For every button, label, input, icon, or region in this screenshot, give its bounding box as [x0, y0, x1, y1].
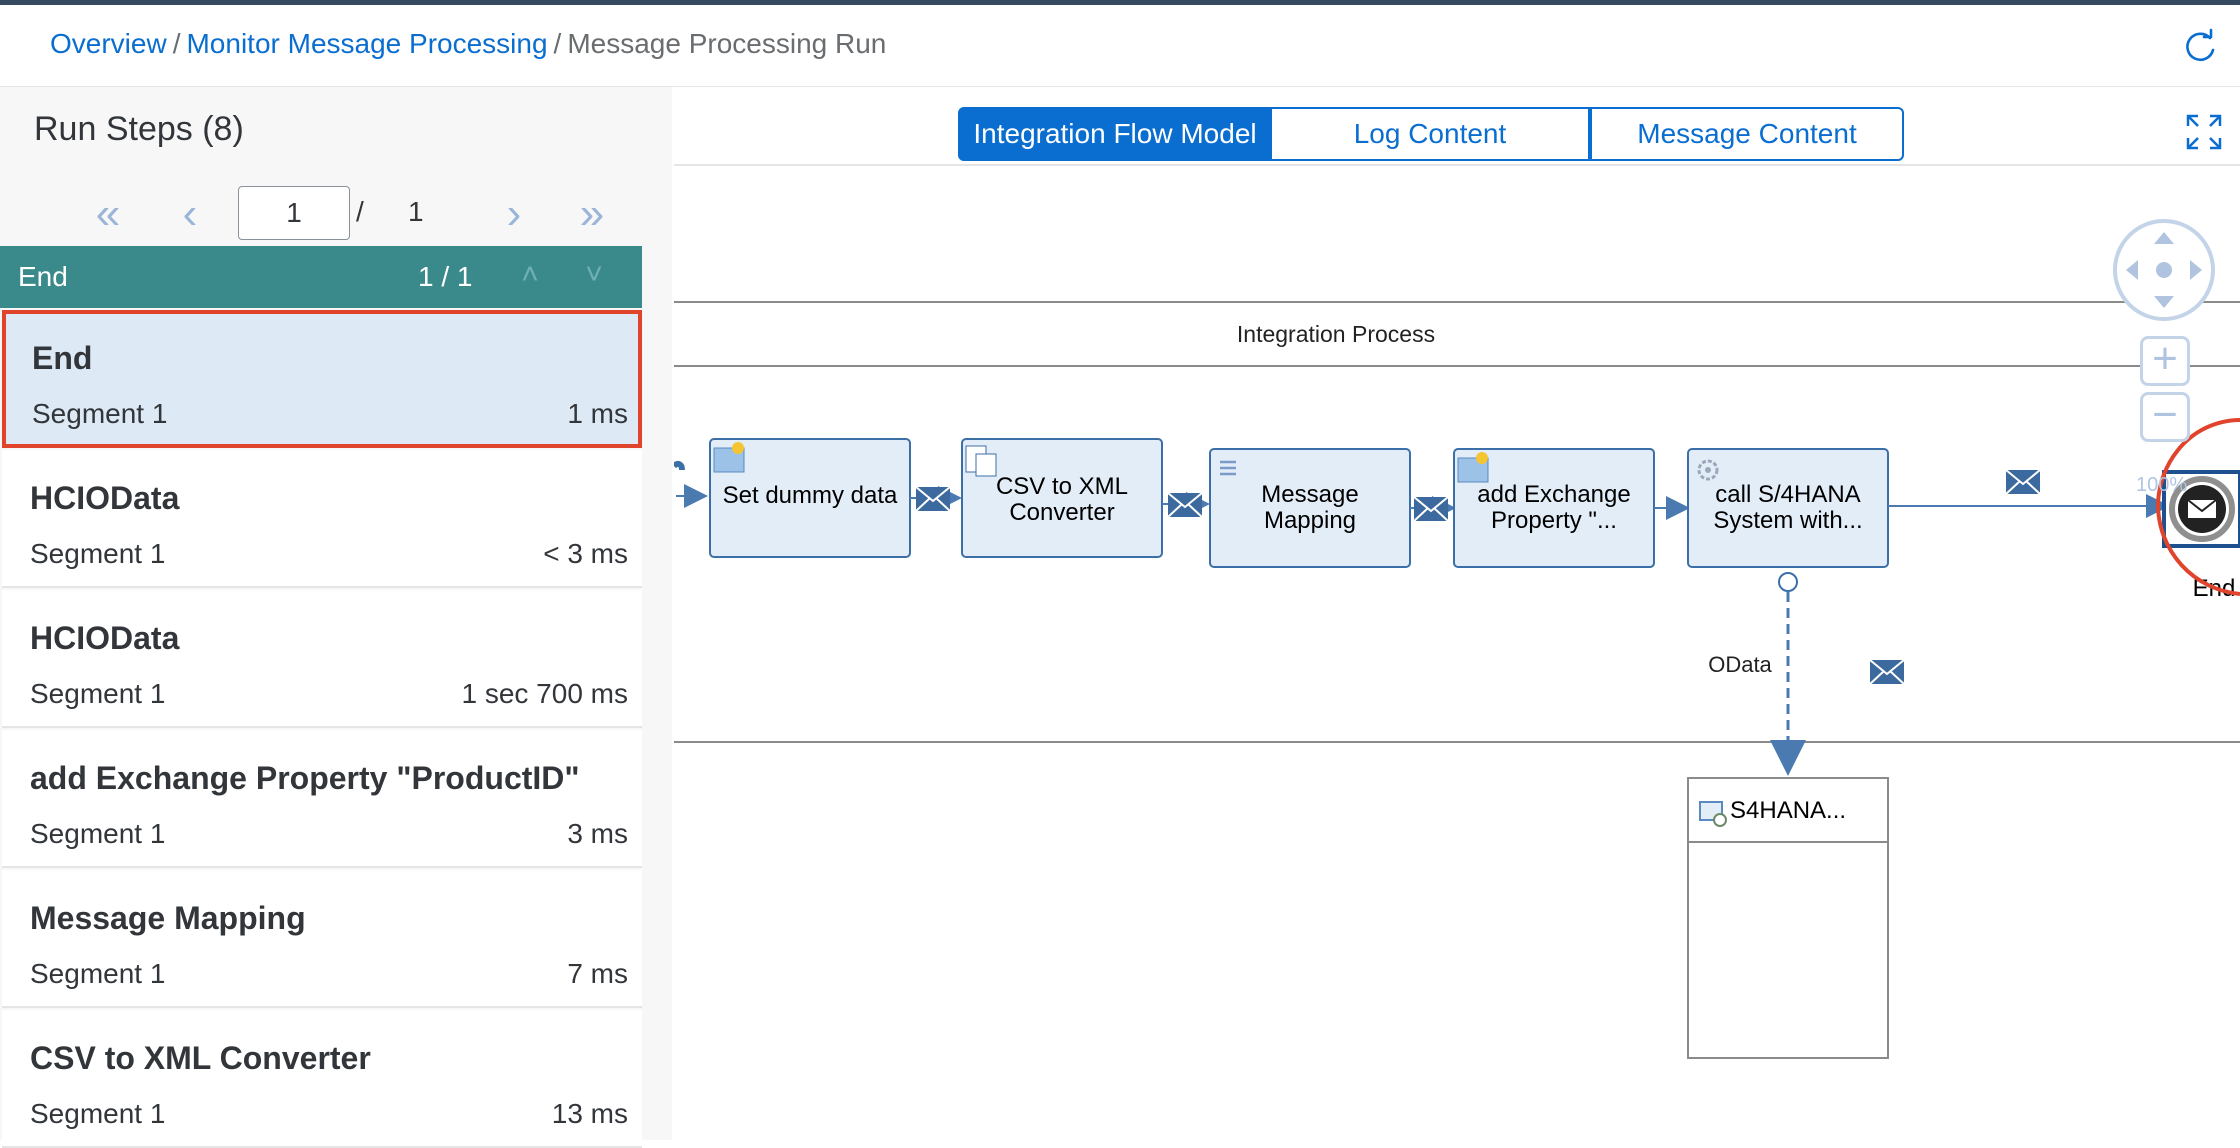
run-step-segment: Segment 1 [30, 538, 166, 569]
group-count: 1 / 1 [418, 261, 473, 292]
chevron-up-icon[interactable]: ˄ [510, 258, 550, 298]
double-chevron-left-icon[interactable]: « [84, 190, 132, 238]
breadcrumb-separator: / [553, 28, 562, 59]
breadcrumb-current: Message Processing Run [567, 28, 887, 59]
step-label: Property "... [1491, 507, 1617, 534]
breadcrumb-separator: / [172, 28, 181, 59]
envelope-icon [1869, 659, 1905, 685]
step-call-s4hana[interactable]: call S/4HANA System with... [1687, 448, 1889, 568]
receiver-s4hana[interactable]: S4HANA... [1687, 777, 1889, 1059]
integration-flow-diagram: Integration Process Set dummy data CSV t… [674, 301, 2240, 1059]
run-step-title: Message Mapping [30, 900, 306, 936]
run-step-segment: Segment 1 [30, 958, 166, 989]
run-step-title: End [32, 340, 93, 376]
run-step-item[interactable]: CSV to XML Converter Segment 1 13 ms [2, 1010, 642, 1148]
pool-label: Integration Process [1237, 321, 1435, 347]
zoom-level-label: 100% [2136, 474, 2188, 496]
group-title: End [18, 261, 68, 292]
step-label: Set dummy data [723, 482, 898, 509]
receiver-label: S4HANA... [1730, 797, 1846, 824]
step-label: Converter [1009, 499, 1114, 526]
top-shell-bar [0, 0, 2240, 5]
step-label: Message [1261, 481, 1358, 508]
step-set-dummy-data[interactable]: Set dummy data [709, 438, 911, 558]
run-steps-title: Run Steps (8) [34, 110, 244, 148]
run-step-segment: Segment 1 [30, 1098, 166, 1129]
run-step-segment: Segment 1 [30, 678, 166, 709]
step-label: Mapping [1264, 507, 1356, 534]
step-add-exchange-property[interactable]: add Exchange Property "... [1453, 448, 1655, 568]
run-step-title: add Exchange Property "ProductID" [30, 760, 580, 796]
run-step-item[interactable]: HCIOData Segment 1 1 sec 700 ms [2, 590, 642, 728]
envelope-icon [2187, 499, 2217, 518]
run-step-segment: Segment 1 [30, 818, 166, 849]
run-step-duration: 13 ms [551, 1098, 628, 1129]
run-step-duration: 7 ms [567, 958, 628, 989]
breadcrumb: Overview / Monitor Message Processing / Mess… [50, 28, 886, 60]
double-chevron-right-icon[interactable]: » [568, 190, 616, 238]
envelope-icon [2005, 469, 2041, 495]
chevron-right-icon[interactable]: › [490, 190, 538, 238]
group-header: End 1 / 1 ˄ ˅ [0, 246, 642, 308]
envelope-icon [1413, 496, 1449, 522]
run-step-duration: < 3 ms [543, 538, 628, 569]
breadcrumb-overview-link[interactable]: Overview [50, 28, 167, 59]
run-step-item[interactable]: Message Mapping Segment 1 7 ms [2, 870, 642, 1008]
step-label: CSV to XML [996, 473, 1128, 500]
page-separator: / [356, 196, 364, 227]
run-step-title: HCIOData [30, 480, 180, 516]
breadcrumb-monitor-link[interactable]: Monitor Message Processing [186, 28, 547, 59]
run-step-item[interactable]: add Exchange Property "ProductID" Segmen… [2, 730, 642, 868]
tab-message-content[interactable]: Message Content [1590, 107, 1904, 161]
step-label: call S/4HANA [1715, 481, 1860, 508]
run-step-duration: 1 sec 700 ms [461, 678, 628, 709]
run-step-segment: Segment 1 [32, 398, 168, 429]
page-total: 1 [408, 196, 424, 227]
step-message-mapping[interactable]: Message Mapping [1209, 448, 1411, 568]
run-step-item[interactable]: End Segment 1 1 ms [2, 310, 642, 448]
chevron-down-icon[interactable]: ˅ [574, 258, 614, 298]
tab-log-content[interactable]: Log Content [1272, 107, 1590, 161]
run-step-title: HCIOData [30, 620, 180, 656]
fullscreen-icon[interactable] [2186, 114, 2222, 150]
step-label: System with... [1713, 507, 1862, 534]
step-csv-to-xml-converter[interactable]: CSV to XML Converter [961, 438, 1163, 558]
page-number-input[interactable] [238, 186, 350, 240]
start-event-fragment [674, 460, 685, 471]
run-step-title: CSV to XML Converter [30, 1040, 371, 1076]
run-step-duration: 3 ms [567, 818, 628, 849]
refresh-icon[interactable] [2180, 28, 2220, 68]
run-step-item[interactable]: HCIOData Segment 1 < 3 ms [2, 450, 642, 588]
boundary-event [1778, 572, 1798, 592]
envelope-icon [1167, 492, 1203, 518]
zoom-out-button[interactable]: − [2140, 392, 2190, 442]
envelope-icon [915, 486, 951, 512]
chevron-left-icon[interactable]: ‹ [166, 190, 214, 238]
odata-label: OData [1708, 652, 1772, 677]
tab-integration-flow-model[interactable]: Integration Flow Model [958, 107, 1272, 161]
pan-navigator[interactable] [2112, 218, 2216, 322]
step-label: add Exchange [1477, 481, 1630, 508]
run-step-duration: 1 ms [567, 398, 628, 429]
zoom-in-button[interactable]: + [2140, 336, 2190, 386]
